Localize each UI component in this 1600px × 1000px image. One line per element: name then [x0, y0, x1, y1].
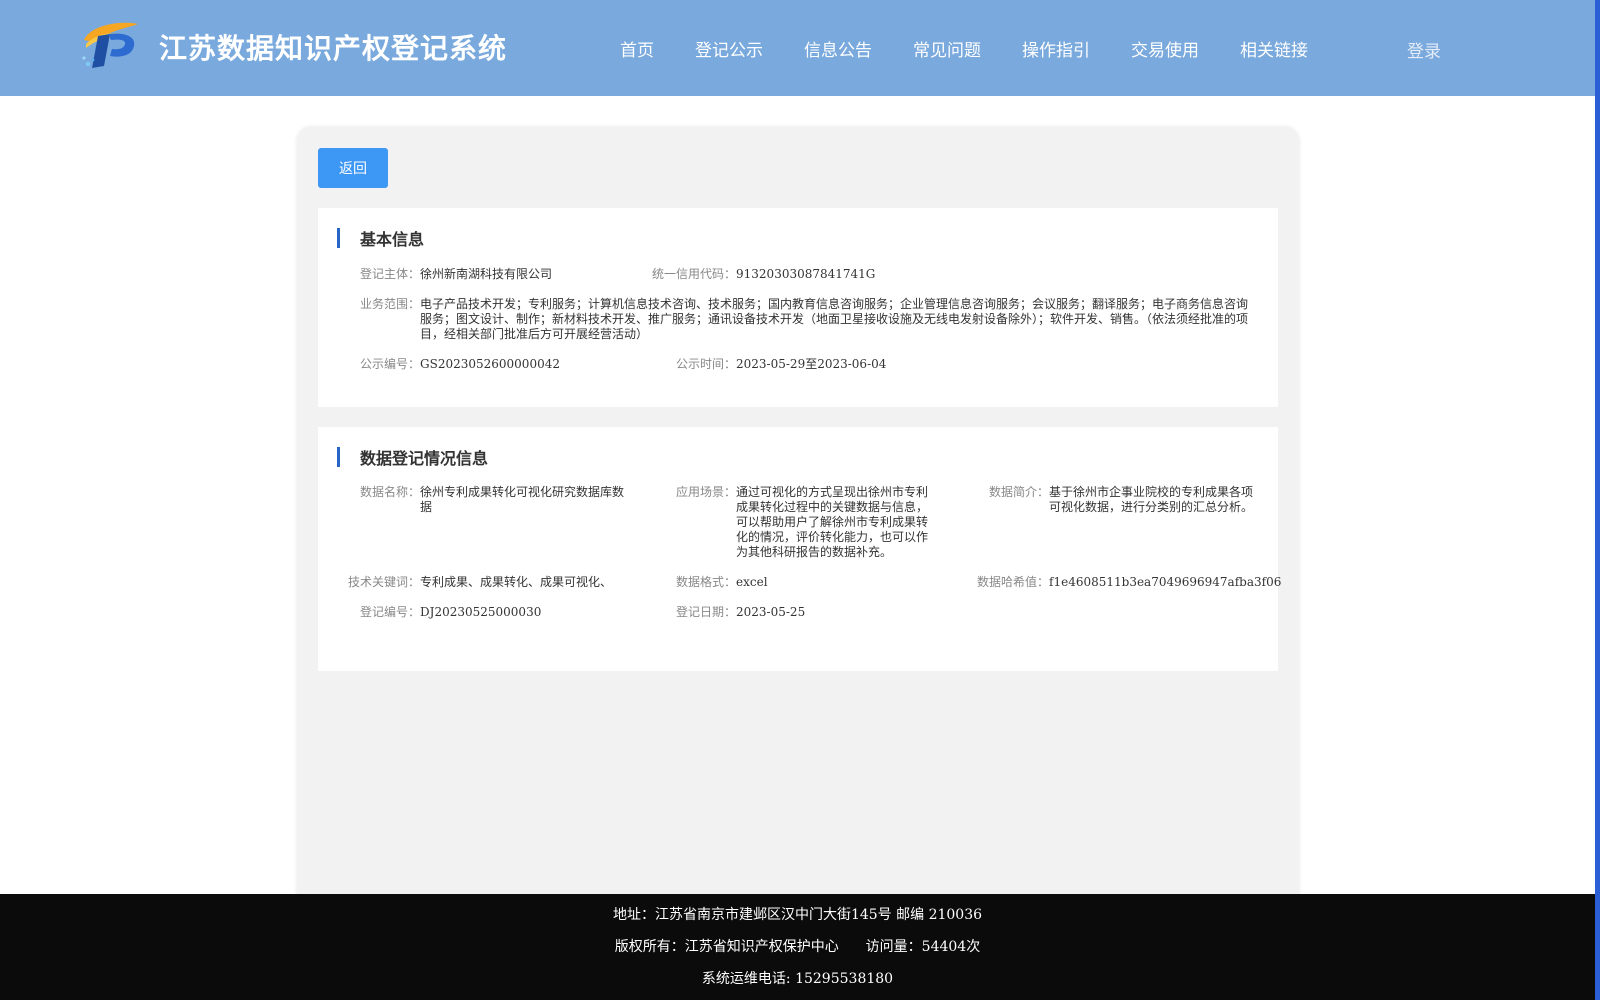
data-registration-section: 数据登记情况信息 数据名称： 徐州专利成果转化可视化研究数据库数据 应用场景： …: [318, 427, 1281, 671]
hash-value: f1e4608511b3ea7049696947afba3f06: [1049, 575, 1282, 589]
section-heading: 基本信息: [337, 228, 425, 249]
subject-label: 登记主体：: [360, 267, 421, 281]
login-link[interactable]: 登录: [1407, 37, 1441, 62]
nav-item-announcements[interactable]: 信息公告: [804, 36, 872, 61]
nav-item-guide[interactable]: 操作指引: [1022, 36, 1090, 61]
nav-item-links[interactable]: 相关链接: [1240, 36, 1308, 61]
reg-date-field: 登记日期： 2023-05-25: [676, 605, 936, 620]
business-scope-value: 电子产品技术开发；专利服务；计算机信息技术咨询、技术服务；国内教育信息咨询服务；…: [420, 297, 1249, 341]
notice-no-value: GS2023052600000042: [420, 357, 560, 371]
notice-time-field: 公示时间： 2023-05-29至2023-06-04: [676, 357, 1076, 372]
data-name-value: 徐州专利成果转化可视化研究数据库数据: [420, 485, 625, 514]
section-accent-bar: [337, 447, 340, 467]
notice-no-field: 公示编号： GS2023052600000042: [360, 357, 660, 372]
reg-no-field: 登记编号： DJ20230525000030: [360, 605, 660, 620]
nav-item-registration-notice[interactable]: 登记公示: [695, 36, 763, 61]
data-registration-title: 数据登记情况信息: [360, 449, 489, 468]
ip-logo-icon[interactable]: [80, 18, 142, 72]
site-footer: 地址：江苏省南京市建邺区汉中门大街145号 邮编 210036 版权所有：江苏省…: [0, 894, 1595, 1000]
subject-value: 徐州新南湖科技有限公司: [420, 267, 553, 281]
format-field: 数据格式： excel: [676, 575, 936, 590]
site-title: 江苏数据知识产权登记系统: [159, 32, 508, 65]
reg-date-value: 2023-05-25: [736, 605, 806, 619]
scene-field: 应用场景： 通过可视化的方式呈现出徐州市专利成果转化过程中的关键数据与信息，可以…: [676, 485, 938, 560]
back-button[interactable]: 返回: [318, 148, 388, 188]
main-nav: 首页 登记公示 信息公告 常见问题 操作指引 交易使用 相关链接: [620, 36, 1349, 61]
nav-item-home[interactable]: 首页: [620, 36, 654, 61]
credit-code-field: 统一信用代码： 91320303087841741G: [652, 267, 1052, 282]
reg-date-label: 登记日期：: [676, 605, 737, 619]
notice-no-label: 公示编号：: [360, 357, 421, 371]
credit-code-label: 统一信用代码：: [652, 267, 737, 281]
section-heading: 数据登记情况信息: [337, 447, 489, 468]
data-intro-field: 数据简介： 基于徐州市企事业院校的专利成果各项可视化数据，进行分类别的汇总分析。: [989, 485, 1255, 515]
data-intro-value: 基于徐州市企事业院校的专利成果各项可视化数据，进行分类别的汇总分析。: [1049, 485, 1254, 514]
keywords-value: 专利成果、成果转化、成果可视化、: [420, 575, 613, 589]
keywords-label: 技术关键词：: [348, 575, 421, 589]
format-value: excel: [736, 575, 768, 589]
footer-copyright-line: 版权所有：江苏省知识产权保护中心 访问量：54404次: [0, 936, 1595, 956]
section-accent-bar: [337, 228, 340, 248]
nav-item-trade[interactable]: 交易使用: [1131, 36, 1199, 61]
credit-code-value: 91320303087841741G: [736, 267, 876, 281]
reg-no-label: 登记编号：: [360, 605, 421, 619]
data-name-field: 数据名称： 徐州专利成果转化可视化研究数据库数据: [360, 485, 630, 515]
footer-copyright: 版权所有：江苏省知识产权保护中心: [614, 939, 839, 955]
business-scope-label: 业务范围：: [360, 297, 421, 311]
data-intro-label: 数据简介：: [989, 485, 1050, 499]
site-header: 江苏数据知识产权登记系统 首页 登记公示 信息公告 常见问题 操作指引 交易使用…: [0, 0, 1595, 96]
reg-no-value: DJ20230525000030: [420, 605, 542, 619]
hash-field: 数据哈希值： f1e4608511b3ea7049696947afba3f06: [977, 575, 1281, 590]
format-label: 数据格式：: [676, 575, 737, 589]
window-edge-strip: [1595, 0, 1600, 1000]
subject-field: 登记主体： 徐州新南湖科技有限公司: [360, 267, 640, 282]
business-scope-field: 业务范围： 电子产品技术开发；专利服务；计算机信息技术咨询、技术服务；国内教育信…: [360, 297, 1260, 342]
keywords-field: 技术关键词： 专利成果、成果转化、成果可视化、: [348, 575, 648, 590]
detail-card: 返回 基本信息 登记主体： 徐州新南湖科技有限公司 统一信用代码： 913203…: [297, 127, 1299, 917]
basic-info-section: 基本信息 登记主体： 徐州新南湖科技有限公司 统一信用代码： 913203030…: [318, 208, 1278, 407]
notice-time-label: 公示时间：: [676, 357, 737, 371]
footer-visits: 访问量：54404次: [865, 939, 981, 955]
footer-address: 地址：江苏省南京市建邺区汉中门大街145号 邮编 210036: [612, 907, 983, 923]
basic-info-title: 基本信息: [360, 230, 425, 249]
footer-hotline: 系统运维电话: 15295538180: [701, 971, 894, 987]
nav-item-faq[interactable]: 常见问题: [913, 36, 981, 61]
scene-label: 应用场景：: [676, 485, 737, 499]
hash-label: 数据哈希值：: [977, 575, 1050, 589]
notice-time-value: 2023-05-29至2023-06-04: [736, 357, 887, 371]
scene-value: 通过可视化的方式呈现出徐州市专利成果转化过程中的关键数据与信息，可以帮助用户了解…: [736, 485, 929, 559]
data-name-label: 数据名称：: [360, 485, 421, 499]
